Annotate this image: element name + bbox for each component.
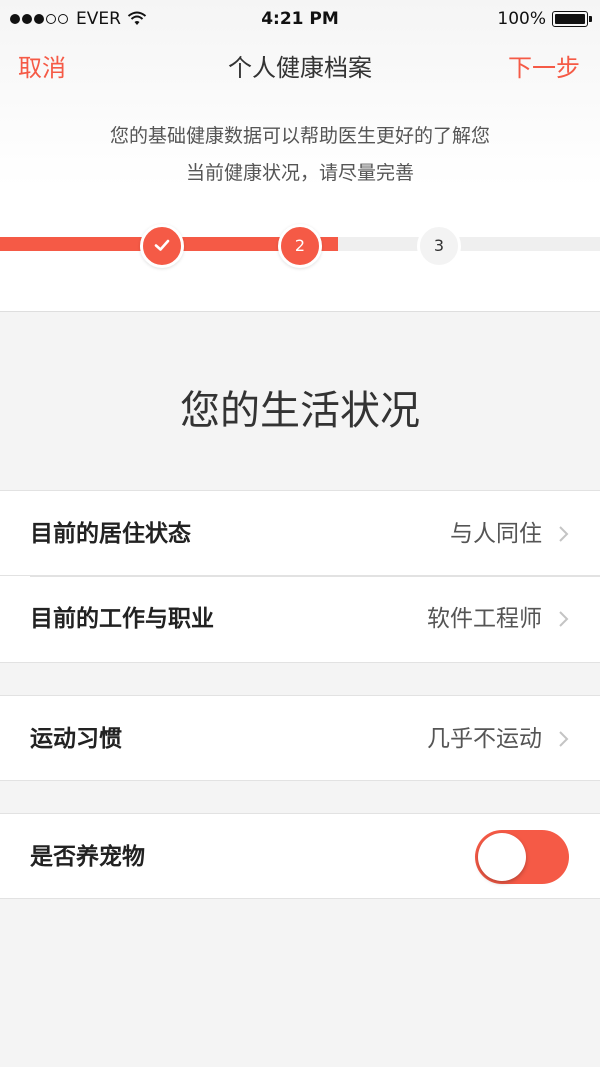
- intro-line-1: 您的基础健康数据可以帮助医生更好的了解您: [109, 125, 490, 147]
- exercise-habit-label: 运动习惯: [30, 726, 122, 752]
- job-value: 软件工程师: [427, 606, 542, 632]
- battery-icon: [552, 11, 592, 27]
- exercise-habit-value: 几乎不运动: [427, 726, 542, 752]
- living-status-row[interactable]: 目前的居住状态 与人同住: [0, 490, 600, 576]
- pets-toggle[interactable]: [475, 830, 569, 884]
- intro-line-2: 当前健康状况，请尽量完善: [185, 162, 414, 184]
- status-right: 100%: [497, 9, 592, 29]
- chevron-right-icon: [559, 611, 569, 627]
- living-status-value: 与人同住: [450, 521, 542, 547]
- chevron-right-icon: [559, 526, 569, 542]
- chevron-right-icon: [559, 731, 569, 747]
- next-step-button[interactable]: 下一步: [508, 48, 580, 83]
- pets-label: 是否养宠物: [30, 844, 145, 870]
- exercise-habit-row[interactable]: 运动习惯 几乎不运动: [0, 695, 600, 781]
- status-bar: EVER 4:21 PM 100%: [0, 0, 600, 38]
- toggle-knob: [478, 833, 526, 881]
- section-title: 您的生活状况: [180, 388, 420, 434]
- step-3-pending: 3: [417, 224, 461, 268]
- job-row[interactable]: 目前的工作与职业 软件工程师: [0, 576, 600, 663]
- living-status-label: 目前的居住状态: [30, 521, 191, 547]
- job-label: 目前的工作与职业: [30, 606, 214, 632]
- step-1-complete: [140, 224, 184, 268]
- step-2-current: 2: [278, 224, 322, 268]
- section-divider: [0, 311, 600, 312]
- check-icon: [154, 239, 170, 251]
- row-separator: [30, 576, 600, 577]
- intro-text: 您的基础健康数据可以帮助医生更好的了解您 当前健康状况，请尽量完善: [0, 118, 600, 192]
- navigation-bar: 取消 个人健康档案 下一步: [0, 38, 600, 88]
- battery-percentage: 100%: [497, 9, 546, 29]
- pets-row: 是否养宠物: [0, 813, 600, 899]
